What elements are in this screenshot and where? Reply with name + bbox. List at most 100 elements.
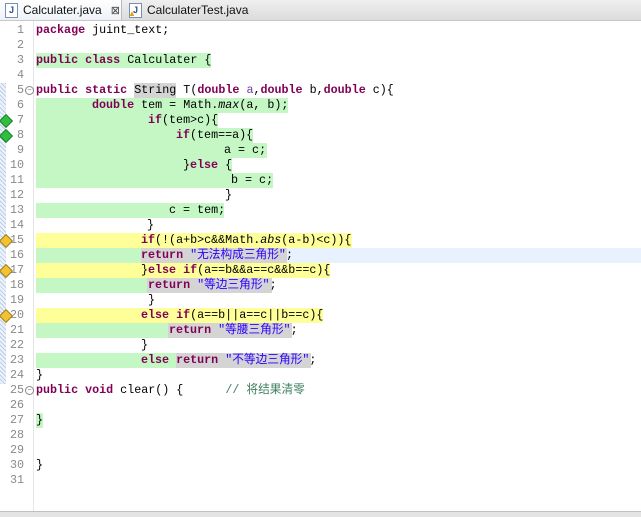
line-number: 31 [9, 473, 24, 487]
line-number: 9 [16, 143, 24, 157]
code-token: (!(a+b>c&&Math. [155, 233, 261, 247]
code-token: c){ [365, 83, 394, 97]
code-token: juint_text; [85, 23, 170, 37]
keyword: return [176, 353, 219, 367]
code-line[interactable]: } [225, 188, 232, 203]
line-number: 13 [9, 203, 24, 217]
line-number: 11 [9, 173, 24, 187]
code-line[interactable]: else if(a==b||a==c||b==c){ [141, 308, 323, 323]
keyword: static [85, 83, 128, 97]
java-file-icon: J [5, 2, 18, 18]
line-number: 6 [16, 98, 24, 112]
code-token: } [148, 293, 156, 307]
code-token: { [218, 158, 233, 172]
code-line[interactable]: public void clear() { // 将结果清零 [36, 383, 305, 398]
code-line[interactable]: a = c; [224, 143, 266, 158]
code-token: b = c; [231, 173, 274, 187]
code-token: } [183, 158, 191, 172]
code-token: tem = Math. [134, 98, 219, 112]
line-number: 24 [9, 368, 24, 382]
code-line[interactable]: c = tem; [169, 203, 225, 218]
keyword: if [176, 308, 191, 322]
keyword: return [148, 278, 191, 292]
gutter-divider [33, 21, 34, 511]
code-token: c = tem; [169, 203, 226, 217]
code-line[interactable]: } [36, 458, 43, 473]
code-line[interactable]: if(tem>c){ [148, 113, 218, 128]
keyword: double [92, 98, 135, 112]
collapse-fold-icon[interactable]: − [25, 86, 34, 95]
code-line[interactable]: if(tem==a){ [176, 128, 253, 143]
tab-calculatertest-java[interactable]: J ▲ CalculaterTest.java [124, 0, 254, 20]
code-line[interactable]: return "无法构成三角形"; [141, 248, 293, 263]
code-line[interactable]: } [36, 368, 43, 383]
line-number: 14 [9, 218, 24, 232]
tab-label: CalculaterTest.java [147, 3, 249, 17]
code-line[interactable]: }else { [183, 158, 232, 173]
line-number: 30 [9, 458, 24, 472]
code-token: } [36, 368, 44, 382]
code-token: Calculater { [120, 53, 212, 67]
keyword: else [141, 353, 170, 367]
line-number: 21 [9, 323, 24, 337]
keyword: if [183, 263, 198, 277]
line-number: 10 [9, 158, 24, 172]
code-line[interactable]: } [141, 338, 148, 353]
tab-calculater-java[interactable]: J Calculater.java ⊠ [0, 0, 122, 20]
string-literal: "等腰三角形" [218, 323, 291, 337]
keyword: else [141, 308, 170, 322]
keyword: double [323, 83, 366, 97]
code-token: a [239, 83, 254, 97]
code-line[interactable]: b = c; [231, 173, 273, 188]
editor-bottom-border [0, 511, 641, 517]
code-token: ; [285, 248, 293, 262]
code-line[interactable]: public static String T(double a,double b… [36, 83, 394, 98]
code-line[interactable]: } [36, 413, 43, 428]
code-token: ; [309, 353, 317, 367]
line-number: 23 [9, 353, 24, 367]
coverage-highlight [36, 248, 141, 263]
code-token: clear() { [113, 383, 226, 397]
keyword: public [36, 383, 79, 397]
code-token: abs [260, 233, 282, 247]
string-literal: "无法构成三角形" [190, 248, 286, 262]
code-token: (a==b||a==c||b==c){ [190, 308, 324, 322]
code-token: max [218, 98, 240, 112]
code-token: (tem>c){ [162, 113, 219, 127]
line-number: 5 [16, 83, 24, 97]
code-line[interactable]: package juint_text; [36, 23, 169, 38]
collapse-fold-icon[interactable]: − [25, 386, 34, 395]
code-token: (a-b)<c)){ [281, 233, 352, 247]
keyword: class [85, 53, 121, 67]
code-token: b, [302, 83, 324, 97]
tab-label: Calculater.java [23, 3, 102, 17]
code-line[interactable]: return "等腰三角形"; [169, 323, 298, 338]
code-line[interactable]: return "等边三角形"; [148, 278, 277, 293]
keyword: double [260, 83, 303, 97]
coverage-highlight [36, 323, 168, 338]
code-line[interactable]: } [147, 218, 154, 233]
code-line[interactable]: else return "不等边三角形"; [141, 353, 316, 368]
code-line[interactable]: }else if(a==b&&a==c&&b==c){ [141, 263, 330, 278]
line-number: 4 [16, 68, 24, 82]
close-tab-icon[interactable]: ⊠ [111, 4, 120, 17]
code-line[interactable]: double tem = Math.max(a, b); [92, 98, 288, 113]
code-line[interactable]: } [148, 293, 155, 308]
code-line[interactable]: public class Calculater { [36, 53, 211, 68]
coverage-highlight [36, 278, 147, 293]
code-line[interactable]: if(!(a+b>c&&Math.abs(a-b)<c)){ [141, 233, 351, 248]
code-token: } [141, 263, 149, 277]
code-token: } [36, 458, 44, 472]
line-number: 18 [9, 278, 24, 292]
editor-tab-bar: J Calculater.java ⊠ J ▲ CalculaterTest.ja… [0, 0, 641, 21]
java-file-warning-icon: J ▲ [128, 2, 142, 18]
line-number: 29 [9, 443, 24, 457]
line-number: 22 [9, 338, 24, 352]
keyword: if [141, 233, 156, 247]
line-number: 26 [9, 398, 24, 412]
keyword: public [36, 83, 79, 97]
keyword: void [85, 383, 114, 397]
line-number: 12 [9, 188, 24, 202]
keyword: public [36, 53, 79, 67]
line-number: 1 [16, 23, 24, 37]
